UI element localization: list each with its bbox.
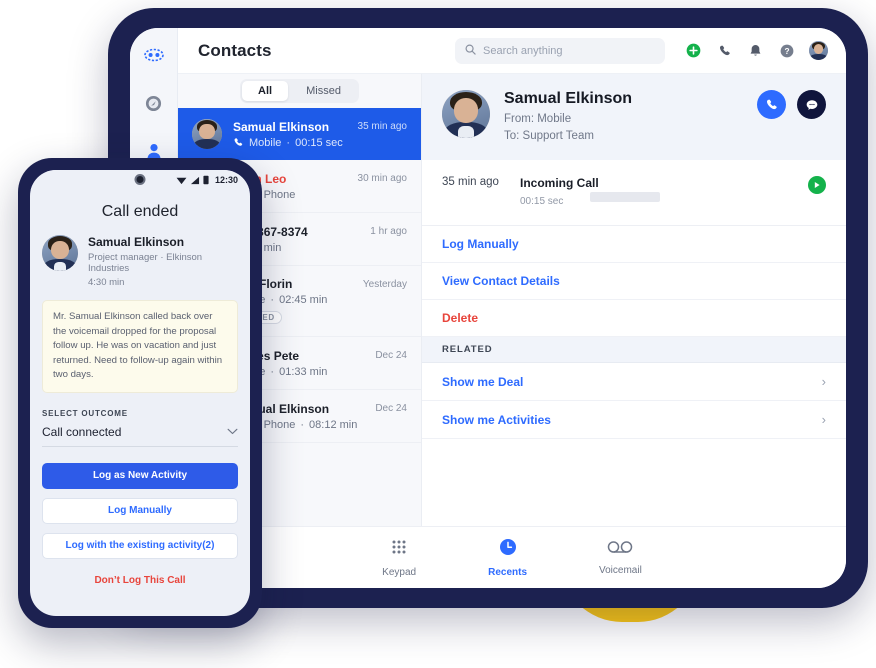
sidebar-item-dashboard[interactable] bbox=[141, 90, 167, 116]
help-icon[interactable]: ? bbox=[778, 42, 795, 59]
clock-icon bbox=[499, 538, 517, 561]
call-ended-title: Call ended bbox=[101, 203, 179, 220]
signal-icon bbox=[190, 176, 200, 184]
search-box[interactable] bbox=[455, 37, 665, 64]
call-row-time: 35 min ago bbox=[357, 121, 407, 132]
phone-contact-block: Samual Elkinson Project manager · Elkins… bbox=[30, 221, 250, 288]
related-header: RELATED bbox=[422, 337, 846, 363]
nav-item-recents[interactable]: Recents bbox=[488, 538, 527, 578]
chevron-down-icon bbox=[227, 426, 238, 438]
contact-from: From: Mobile bbox=[504, 113, 572, 125]
dont-log-this-call-link[interactable]: Don’t Log This Call bbox=[30, 575, 250, 586]
tab-all[interactable]: All bbox=[242, 81, 289, 101]
redacted-bar bbox=[590, 192, 660, 202]
topbar: Contacts Search anything ? bbox=[178, 28, 846, 74]
call-row-time: 1 hr ago bbox=[370, 226, 407, 237]
search-input[interactable] bbox=[483, 44, 655, 57]
tabs-row: All Missed bbox=[178, 74, 421, 108]
call-button[interactable] bbox=[757, 90, 786, 119]
detail-filler bbox=[422, 439, 846, 526]
nav-item-keypad[interactable]: Keypad bbox=[382, 538, 416, 578]
contact-name: Samual Elkinson bbox=[504, 90, 633, 107]
entry-title: Incoming Call bbox=[520, 176, 599, 190]
screenshot-root: Contacts Search anything ? All Missed Sa… bbox=[0, 0, 876, 668]
chevron-right-icon: › bbox=[821, 374, 826, 389]
avatar bbox=[442, 90, 490, 138]
log-with-existing-activity-button[interactable]: Log with the existing activity(2) bbox=[42, 532, 238, 559]
call-row-time: 30 min ago bbox=[357, 173, 407, 184]
delete-link[interactable]: Delete bbox=[422, 300, 846, 337]
bottom-nav: Keypad Recents Voicemail bbox=[178, 526, 846, 588]
log-as-new-activity-button[interactable]: Log as New Activity bbox=[42, 462, 238, 489]
link-label: Show me Activities bbox=[442, 412, 551, 427]
call-row-name: Samual Elkinson bbox=[233, 119, 330, 134]
status-icons: 12:30 bbox=[176, 175, 238, 185]
call-row-sub: Mobile · 00:15 sec bbox=[233, 137, 347, 149]
phone-call-duration: 4:30 min bbox=[88, 277, 125, 288]
call-row-time: Dec 24 bbox=[375, 403, 407, 414]
page-title: Contacts bbox=[198, 40, 272, 60]
phone-screen: 12:30 Call ended Samual Elkinson Project… bbox=[30, 170, 250, 616]
outcome-value: Call connected bbox=[42, 424, 122, 439]
content-split: All Missed Samual Elkinson Mobile · 00:1… bbox=[178, 74, 846, 526]
main-column: Contacts Search anything ? All Missed Sa… bbox=[178, 28, 846, 588]
call-row-duration: 01:33 min bbox=[279, 365, 328, 378]
search-icon bbox=[465, 42, 476, 60]
call-row-duration: 08:12 min bbox=[309, 418, 358, 431]
topbar-actions: ? bbox=[685, 41, 828, 60]
phone-contact-name: Samual Elkinson bbox=[88, 235, 185, 249]
logo-icon bbox=[141, 42, 167, 68]
view-contact-details-link[interactable]: View Contact Details bbox=[422, 263, 846, 300]
call-note: Mr. Samual Elkinson called back over the… bbox=[42, 300, 238, 393]
bell-icon[interactable] bbox=[747, 42, 764, 59]
log-manually-button[interactable]: Log Manually bbox=[42, 497, 238, 524]
phone-status-bar: 12:30 bbox=[30, 170, 250, 190]
call-row-time: Dec 24 bbox=[375, 350, 407, 361]
nav-label: Recents bbox=[488, 566, 527, 578]
add-icon[interactable] bbox=[685, 42, 702, 59]
play-icon[interactable] bbox=[808, 176, 826, 194]
call-row-duration: 00:15 sec bbox=[295, 136, 343, 149]
show-me-deal-link[interactable]: Show me Deal › bbox=[422, 363, 846, 401]
nav-item-voicemail[interactable]: Voicemail bbox=[599, 540, 642, 576]
call-detail-panel: Samual Elkinson From: Mobile To: Support… bbox=[422, 74, 846, 526]
avatar bbox=[42, 235, 78, 271]
call-row-duration: 02:45 min bbox=[279, 294, 328, 306]
message-button[interactable] bbox=[797, 90, 826, 119]
phone-contact-role: Project manager · Elkinson Industries bbox=[88, 252, 203, 274]
keypad-icon bbox=[390, 538, 408, 561]
mobile-call-icon bbox=[234, 138, 243, 146]
voicemail-icon bbox=[607, 540, 633, 559]
contact-to: To: Support Team bbox=[504, 130, 594, 142]
svg-text:?: ? bbox=[784, 46, 789, 56]
call-row[interactable]: Samual Elkinson Mobile · 00:15 sec 35 mi… bbox=[178, 108, 421, 160]
log-manually-link[interactable]: Log Manually bbox=[422, 226, 846, 263]
phone-icon[interactable] bbox=[716, 42, 733, 59]
detail-header: Samual Elkinson From: Mobile To: Support… bbox=[422, 74, 846, 160]
entry-time: 35 min ago bbox=[442, 176, 499, 188]
call-row-time: Yesterday bbox=[362, 279, 407, 290]
entry-duration: 00:15 sec bbox=[520, 196, 564, 207]
call-entry[interactable]: 35 min ago Incoming Call 00:15 sec bbox=[422, 160, 846, 226]
avatar bbox=[192, 119, 222, 149]
outcome-select[interactable]: Call connected bbox=[42, 425, 238, 447]
link-label: Show me Deal bbox=[442, 374, 524, 389]
nav-label: Voicemail bbox=[599, 564, 642, 576]
tab-missed[interactable]: Missed bbox=[290, 81, 357, 101]
camera-icon bbox=[134, 174, 146, 185]
nav-label: Keypad bbox=[382, 566, 417, 578]
phone-buttons: Log as New Activity Log Manually Log wit… bbox=[30, 447, 250, 559]
call-row-channel: Mobile bbox=[249, 136, 282, 149]
user-avatar[interactable] bbox=[809, 41, 828, 60]
tabs-group: All Missed bbox=[240, 79, 359, 103]
wifi-icon bbox=[176, 177, 187, 184]
status-time: 12:30 bbox=[214, 175, 238, 185]
outcome-label: SELECT OUTCOME bbox=[42, 408, 128, 418]
battery-icon bbox=[203, 175, 209, 185]
show-me-activities-link[interactable]: Show me Activities › bbox=[422, 401, 846, 439]
detail-actions bbox=[757, 90, 826, 119]
chevron-right-icon: › bbox=[821, 412, 826, 427]
